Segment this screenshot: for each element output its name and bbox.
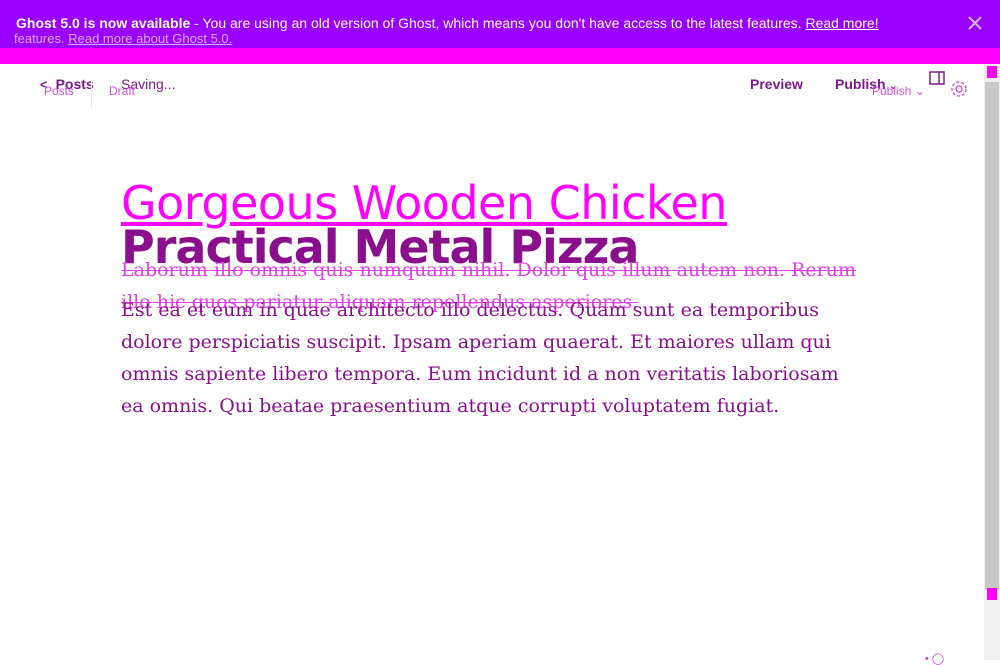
toolbar-divider	[91, 80, 92, 108]
close-icon[interactable]	[966, 14, 984, 32]
accent-bar	[0, 48, 1000, 64]
editor-toolbar: < Posts Posts Saving... Draft Preview Pub…	[0, 64, 984, 114]
help-icon[interactable]: • ◯	[925, 652, 944, 665]
posts-ghost-label[interactable]: Posts	[44, 84, 74, 98]
scroll-up-arrow[interactable]	[987, 66, 997, 78]
publish-ghost-label: Publish	[872, 84, 912, 98]
gear-icon[interactable]	[950, 80, 968, 98]
chevron-down-icon: ⌄	[911, 84, 925, 98]
banner-ghost-prefix: features.	[14, 31, 65, 46]
scroll-thumb[interactable]	[985, 82, 999, 590]
banner-read-more-link[interactable]: Read more!	[805, 15, 878, 31]
scroll-down-arrow[interactable]	[987, 588, 997, 600]
banner-message: Ghost 5.0 is now available - You are usi…	[16, 15, 879, 31]
scrollbar[interactable]	[984, 64, 1000, 660]
publish-ghost-button[interactable]: Publish ⌄	[872, 84, 925, 98]
update-banner: Ghost 5.0 is now available - You are usi…	[0, 0, 1000, 48]
banner-title: Ghost 5.0 is now available	[16, 15, 191, 31]
post-body-editor[interactable]: Est ea et eum in quae architecto illo de…	[121, 294, 861, 422]
sidebar-toggle-icon[interactable]	[929, 71, 945, 85]
banner-ghost-link[interactable]: Read more about Ghost 5.0.	[68, 31, 232, 46]
draft-status: Draft	[109, 84, 136, 98]
preview-button[interactable]: Preview	[750, 76, 803, 92]
banner-ghost-line: features. Read more about Ghost 5.0.	[14, 31, 232, 46]
banner-body: - You are using an old version of Ghost,…	[190, 15, 802, 31]
